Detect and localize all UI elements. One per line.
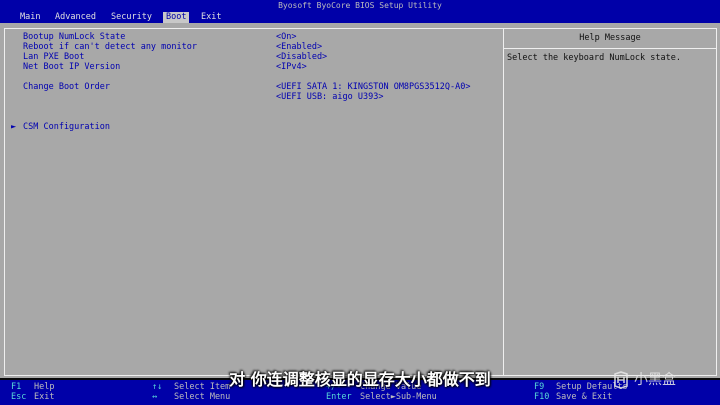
csm-configuration-item[interactable]: CSM Configuration xyxy=(23,122,110,132)
setting-net-boot-ip-value[interactable]: <IPv4> xyxy=(276,62,307,72)
key-left-right: ↔ xyxy=(152,392,158,402)
setting-net-boot-ip-label[interactable]: Net Boot IP Version xyxy=(23,62,120,72)
window-title: Byosoft ByoCore BIOS Setup Utility xyxy=(0,0,720,12)
setting-reboot-monitor-value[interactable]: <Enabled> xyxy=(276,42,322,52)
tab-main[interactable]: Main xyxy=(17,12,43,23)
key-f10-desc: Save & Exit xyxy=(556,392,613,402)
heybox-logo-icon xyxy=(614,371,628,389)
key-esc: Esc xyxy=(11,392,27,402)
key-enter: Enter xyxy=(326,392,352,402)
settings-panel: Bootup NumLock State <On> Reboot if can'… xyxy=(4,28,504,376)
tab-exit[interactable]: Exit xyxy=(198,12,224,23)
key-left-right-desc: Select Menu xyxy=(174,392,231,402)
setting-reboot-monitor-label[interactable]: Reboot if can't detect any monitor xyxy=(23,42,197,52)
change-boot-order-label[interactable]: Change Boot Order xyxy=(23,82,110,92)
tab-boot[interactable]: Boot xyxy=(163,12,190,23)
tab-advanced[interactable]: Advanced xyxy=(52,12,99,23)
setting-lan-pxe-label[interactable]: Lan PXE Boot xyxy=(23,52,84,62)
submenu-arrow-icon: ► xyxy=(11,122,17,132)
boot-order-entry-2[interactable]: <UEFI USB: aigo U393> xyxy=(276,92,383,102)
setting-bootup-numlock-label[interactable]: Bootup NumLock State xyxy=(23,32,125,42)
main-area: Bootup NumLock State <On> Reboot if can'… xyxy=(0,23,720,378)
help-text: Select the keyboard NumLock state. xyxy=(507,53,681,63)
tab-security[interactable]: Security xyxy=(108,12,155,23)
bios-screen: Byosoft ByoCore BIOS Setup Utility Main … xyxy=(0,0,720,405)
key-enter-desc: Select►Sub-Menu xyxy=(360,392,437,402)
setting-bootup-numlock-value[interactable]: <On> xyxy=(276,32,296,42)
menu-bar: Main Advanced Security Boot Exit xyxy=(0,12,720,23)
help-title: Help Message xyxy=(504,29,716,49)
key-esc-desc: Exit xyxy=(34,392,55,402)
watermark: 小黑盒 xyxy=(612,369,676,389)
key-f10: F10 xyxy=(534,392,550,402)
watermark-text: 小黑盒 xyxy=(634,372,676,388)
boot-order-entry-1[interactable]: <UEFI SATA 1: KINGSTON OM8PGS3512Q-A0> xyxy=(276,82,470,92)
help-panel: Help Message Select the keyboard NumLock… xyxy=(503,28,717,376)
setting-lan-pxe-value[interactable]: <Disabled> xyxy=(276,52,327,62)
